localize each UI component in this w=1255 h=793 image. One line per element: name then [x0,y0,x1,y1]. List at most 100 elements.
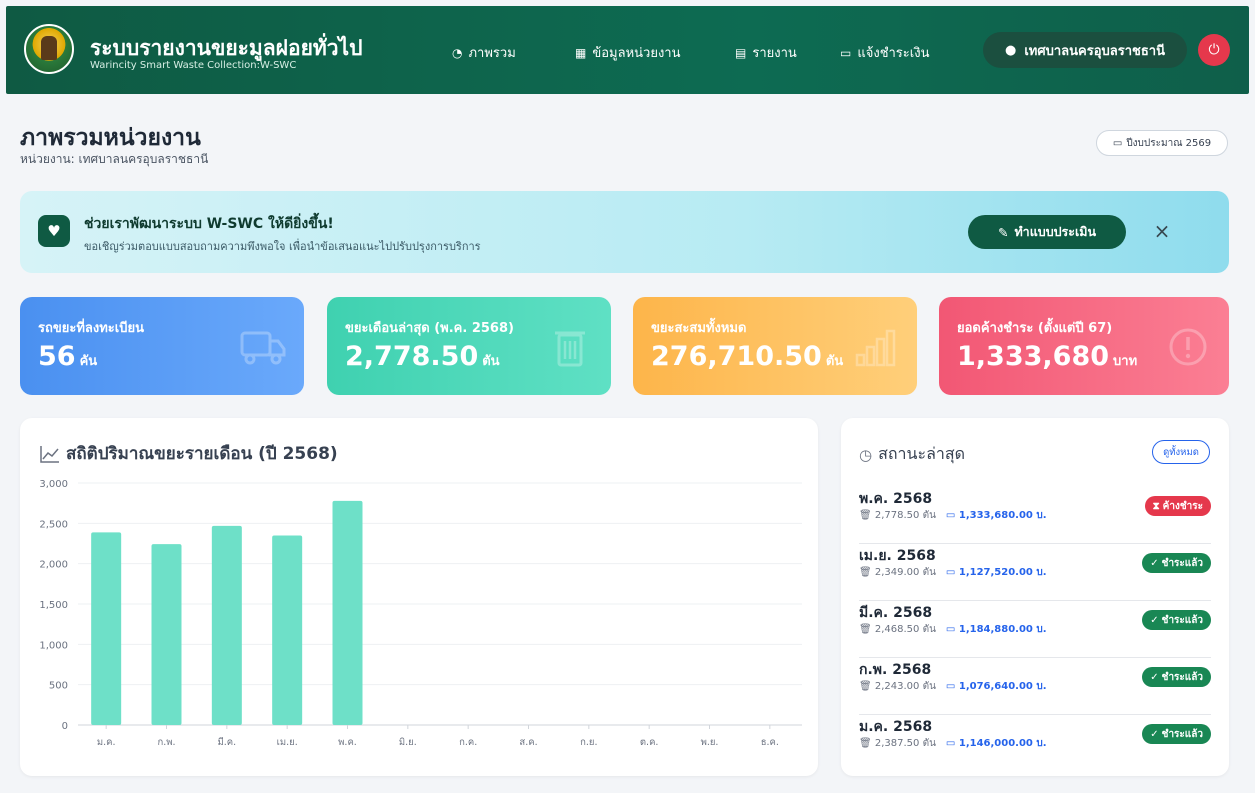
stat-label: ขยะเดือนล่าสุด (พ.ค. 2568) [345,321,514,336]
nav-agency-info-label: ข้อมูลหน่วยงาน [592,46,681,61]
bar-chart: 0 500 1,000 1,500 2,000 2,500 3,000 ม.ค. ก.พ. มี.… [39,479,802,748]
status-amount: 1,127,520.00 บ. [958,567,1047,578]
status-weight: 2,243.00 ตัน [874,681,936,692]
status-meta: 🗑 2,387.50 ตัน ▭ 1,146,000.00 บ. [859,736,1047,751]
status-row[interactable]: ก.พ. 2568 🗑 2,243.00 ตัน ▭ 1,076,640.00 … [859,659,1211,715]
status-weight: 2,387.50 ตัน [874,738,936,749]
page-subtitle: หน่วยงาน: เทศบาลนครอุบลราชธานี [20,152,209,166]
user-menu-button[interactable]: ● เทศบาลนครอุบลราชธานี [983,32,1187,68]
status-month: มี.ค. 2568 [859,605,933,621]
clock-icon: ◷ [859,445,873,464]
status-title: สถานะล่าสุด [878,444,966,463]
nav-reports[interactable]: ▤ รายงาน [735,42,797,63]
edit-icon: ✎ [997,224,1009,240]
stat-card-outstanding: ยอดค้างชำระ (ตั้งแต่ปี 67) 1,333,680 บาท [939,297,1229,395]
x-tick-label: ก.ค. [459,737,477,748]
money-icon: ▭ 1,127,520.00 บ. [945,567,1047,578]
status-weight: 2,778.50 ตัน [874,510,936,521]
x-tick-label: ก.พ. [157,737,175,748]
logout-power-icon[interactable]: ⏻ [1198,34,1230,66]
chart-bar [272,535,303,725]
status-badge-label: ชำระแล้ว [1161,557,1203,569]
stat-label: รถขยะที่ลงทะเบียน [38,321,144,336]
status-weight: 2,349.00 ตัน [874,567,936,578]
status-badge-paid: ✓ ชำระแล้ว [1142,553,1211,573]
status-meta: 🗑 2,243.00 ตัน ▭ 1,076,640.00 บ. [859,679,1047,694]
view-all-button[interactable]: ดูทั้งหมด [1152,440,1210,464]
nav-reports-label: รายงาน [752,46,797,61]
dashboard-icon: ◔ [452,45,463,60]
top-navbar: ระบบรายงานขยะมูลฝอยทั่วไป Warincity Smar… [6,6,1249,94]
weight-trash-icon: 🗑 2,387.50 ตัน [859,738,936,749]
x-tick-label: มี.ค. [217,736,236,748]
status-title-row: ◷ สถานะล่าสุด [859,442,965,467]
weight-trash-icon: 🗑 2,778.50 ตัน [859,510,936,521]
stat-label: ยอดค้างชำระ (ตั้งแต่ปี 67) [957,321,1113,336]
money-icon: ▭ 1,184,880.00 บ. [945,624,1047,635]
x-tick-label: ธ.ค. [761,737,779,748]
status-meta: 🗑 2,468.50 ตัน ▭ 1,184,880.00 บ. [859,622,1047,637]
stat-unit: บาท [1113,354,1138,369]
wallet-icon: ▭ [840,45,852,60]
nav-overview[interactable]: ◔ ภาพรวม [452,42,516,63]
take-survey-label: ทำแบบประเมิน [1014,224,1097,239]
status-month: ม.ค. 2568 [859,719,933,735]
status-row[interactable]: ม.ค. 2568 🗑 2,387.50 ตัน ▭ 1,146,000.00 … [859,716,1211,772]
status-amount: 1,146,000.00 บ. [958,738,1047,749]
status-badge-label: ชำระแล้ว [1161,728,1203,740]
nav-payment[interactable]: ▭ แจ้งชำระเงิน [840,42,929,63]
status-month: เม.ย. 2568 [859,548,936,564]
stat-value-row: 1,333,680 บาท [957,341,1137,372]
app-subtitle: Warincity Smart Waste Collection:W-SWC [90,60,297,71]
y-tick-label: 2,000 [39,560,68,571]
check-circle-icon: ✓ [1150,557,1159,569]
status-row[interactable]: พ.ค. 2568 🗑 2,778.50 ตัน ▭ 1,333,680.00 … [859,488,1211,544]
x-tick-label: พ.ย. [701,737,719,748]
x-tick-label: เม.ย. [277,737,298,748]
user-name: เทศบาลนครอุบลราชธานี [1024,43,1165,59]
chart-bar [332,500,363,725]
latest-status-panel: ◷ สถานะล่าสุด ดูทั้งหมด พ.ค. 2568 🗑 2,77… [841,418,1229,776]
stat-value-row: 276,710.50 ตัน [651,341,843,372]
stat-unit: คัน [79,354,98,369]
weight-trash-icon: 🗑 2,468.50 ตัน [859,624,936,635]
stat-card-total-waste: ขยะสะสมทั้งหมด 276,710.50 ตัน [633,297,917,395]
y-tick-label: 1,500 [39,600,68,611]
chart-bar [151,544,182,725]
heart-chat-icon: ♥ [38,215,70,247]
status-badge-label: ชำระแล้ว [1161,614,1203,626]
x-tick-label: ม.ค. [97,737,116,748]
money-icon: ▭ 1,146,000.00 บ. [945,738,1047,749]
stat-value: 1,333,680 [957,341,1110,372]
calendar-icon: ▭ [1112,137,1123,149]
money-icon: ▭ 1,333,680.00 บ. [945,510,1047,521]
status-row[interactable]: เม.ย. 2568 🗑 2,349.00 ตัน ▭ 1,127,520.00… [859,545,1211,601]
y-tick-label: 1,000 [39,640,68,651]
alert-circle-icon [1169,328,1207,366]
x-tick-label: ต.ค. [640,737,659,748]
stat-card-latest-waste: ขยะเดือนล่าสุด (พ.ค. 2568) 2,778.50 ตัน [327,297,611,395]
status-meta: 🗑 2,349.00 ตัน ▭ 1,127,520.00 บ. [859,565,1047,580]
close-banner-button[interactable]: × [1150,219,1174,243]
status-row[interactable]: มี.ค. 2568 🗑 2,468.50 ตัน ▭ 1,184,880.00… [859,602,1211,658]
survey-banner: ♥ ช่วยเราพัฒนาระบบ W-SWC ให้ดียิ่งขึ้น! … [20,191,1229,273]
trash-icon [555,331,585,367]
check-circle-icon: ✓ [1150,671,1159,683]
status-badge-paid: ✓ ชำระแล้ว [1142,724,1211,744]
nav-payment-label: แจ้งชำระเงิน [857,46,930,61]
money-icon: ▭ 1,076,640.00 บ. [945,681,1047,692]
status-amount: 1,184,880.00 บ. [958,624,1047,635]
y-tick-label: 500 [49,681,68,692]
banner-description: ขอเชิญร่วมตอบแบบสอบถามความพึงพอใจ เพื่อน… [84,240,481,253]
stat-value: 2,778.50 [345,341,479,372]
x-tick-label: ส.ค. [519,737,537,748]
building-icon: ▦ [575,45,587,60]
y-tick-label: 0 [62,721,68,732]
fiscal-year-selector[interactable]: ▭ ปีงบประมาณ 2569 [1096,130,1228,156]
fiscal-year-label: ปีงบประมาณ 2569 [1126,137,1212,149]
nav-agency-info[interactable]: ▦ ข้อมูลหน่วยงาน [575,42,680,63]
stat-value: 276,710.50 [651,341,822,372]
take-survey-button[interactable]: ✎ ทำแบบประเมิน [968,215,1126,249]
status-month: ก.พ. 2568 [859,662,932,678]
status-badge-paid: ✓ ชำระแล้ว [1142,667,1211,687]
